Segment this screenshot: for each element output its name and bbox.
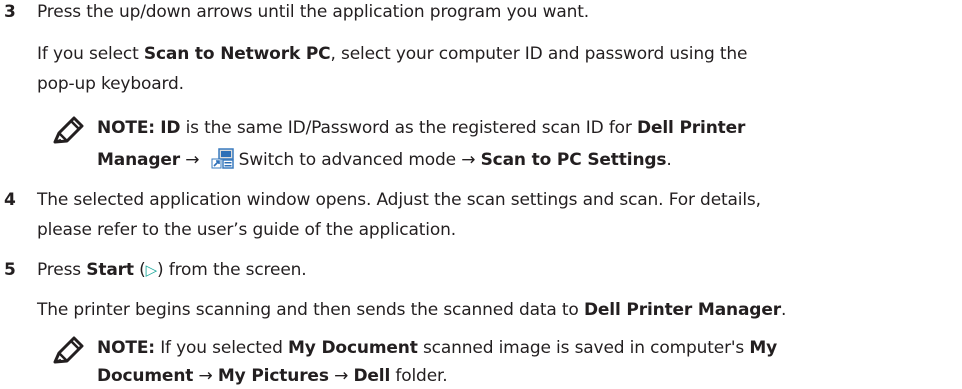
step-5-para-pre: The printer begins scanning and then sen… bbox=[37, 300, 584, 320]
step-4-line-1: The selected application window opens. A… bbox=[37, 190, 761, 210]
note-1-end: . bbox=[666, 150, 672, 170]
dell-printer-manager-label: Dell Printer Manager bbox=[583, 300, 781, 320]
scan-to-network-pc-label: Scan to Network PC bbox=[143, 44, 331, 64]
note-1-arrow-2: → bbox=[461, 150, 476, 170]
note-2-arrow-2: → bbox=[334, 366, 349, 386]
start-play-icon: ▷ bbox=[145, 261, 158, 279]
note-1-label: NOTE: bbox=[97, 118, 155, 138]
note-1-switch-advanced-mode: Switch to advanced mode bbox=[238, 150, 456, 170]
note-1-line-2: Manager → Switch to advanced mode → Scan… bbox=[97, 148, 672, 170]
note-2-arrow-1: → bbox=[198, 366, 213, 386]
note-2-my: My bbox=[749, 338, 778, 358]
step-5-post: from the screen. bbox=[163, 260, 307, 280]
step-4-line-2: please refer to the user’s guide of the … bbox=[37, 220, 456, 240]
document-page: 3 Press the up/down arrows until the app… bbox=[0, 0, 962, 389]
note-1-app-name-part-1: Dell Printer bbox=[637, 118, 746, 138]
note-1-scan-to-pc-settings: Scan to PC Settings bbox=[480, 150, 667, 170]
start-button-label: Start bbox=[86, 260, 134, 280]
step-3-paragraph-line-2: pop-up keyboard. bbox=[37, 74, 184, 94]
note-2-text-1: If you selected bbox=[154, 338, 288, 358]
step-5-paragraph: The printer begins scanning and then sen… bbox=[37, 300, 786, 320]
step-3-paragraph-line-1: If you select Scan to Network PC, select… bbox=[37, 44, 747, 64]
step-5-number: 5 bbox=[4, 260, 16, 280]
step-3-number: 3 bbox=[4, 2, 16, 22]
pencil-note-icon bbox=[52, 336, 86, 366]
note-2-line-1: NOTE: If you selected My Document scanne… bbox=[97, 338, 777, 358]
switch-advanced-mode-icon bbox=[211, 148, 235, 170]
note-1-app-name-part-2: Manager bbox=[97, 150, 180, 170]
note-1-line-1: NOTE: ID is the same ID/Password as the … bbox=[97, 118, 745, 138]
note-2-my-document: My Document bbox=[288, 338, 418, 358]
note-2-end: folder. bbox=[390, 366, 448, 386]
step-5-pre: Press bbox=[37, 260, 87, 280]
step-5-paren-open: ( bbox=[133, 260, 146, 280]
note-2-my-pictures: My Pictures bbox=[217, 366, 329, 386]
note-1-arrow-1: → bbox=[185, 150, 200, 170]
note-2-line-2: Document → My Pictures → Dell folder. bbox=[97, 366, 448, 386]
step-3-para-post: , select your computer ID and password u… bbox=[330, 44, 748, 64]
step-3-text: Press the up/down arrows until the appli… bbox=[37, 2, 590, 22]
note-1-text: is the same ID/Password as the registere… bbox=[180, 118, 638, 138]
pencil-note-icon bbox=[52, 116, 86, 146]
step-3-para-pre: If you select bbox=[37, 44, 144, 64]
step-5-text: Press Start (▷) from the screen. bbox=[37, 260, 307, 280]
note-2-text-2: scanned image is saved in computer's bbox=[417, 338, 750, 358]
note-2-dell: Dell bbox=[353, 366, 391, 386]
note-2-label: NOTE: bbox=[97, 338, 155, 358]
step-5-para-post: . bbox=[780, 300, 787, 320]
note-2-document: Document bbox=[97, 366, 194, 386]
step-4-number: 4 bbox=[4, 190, 16, 210]
note-1-id: ID bbox=[160, 118, 181, 138]
